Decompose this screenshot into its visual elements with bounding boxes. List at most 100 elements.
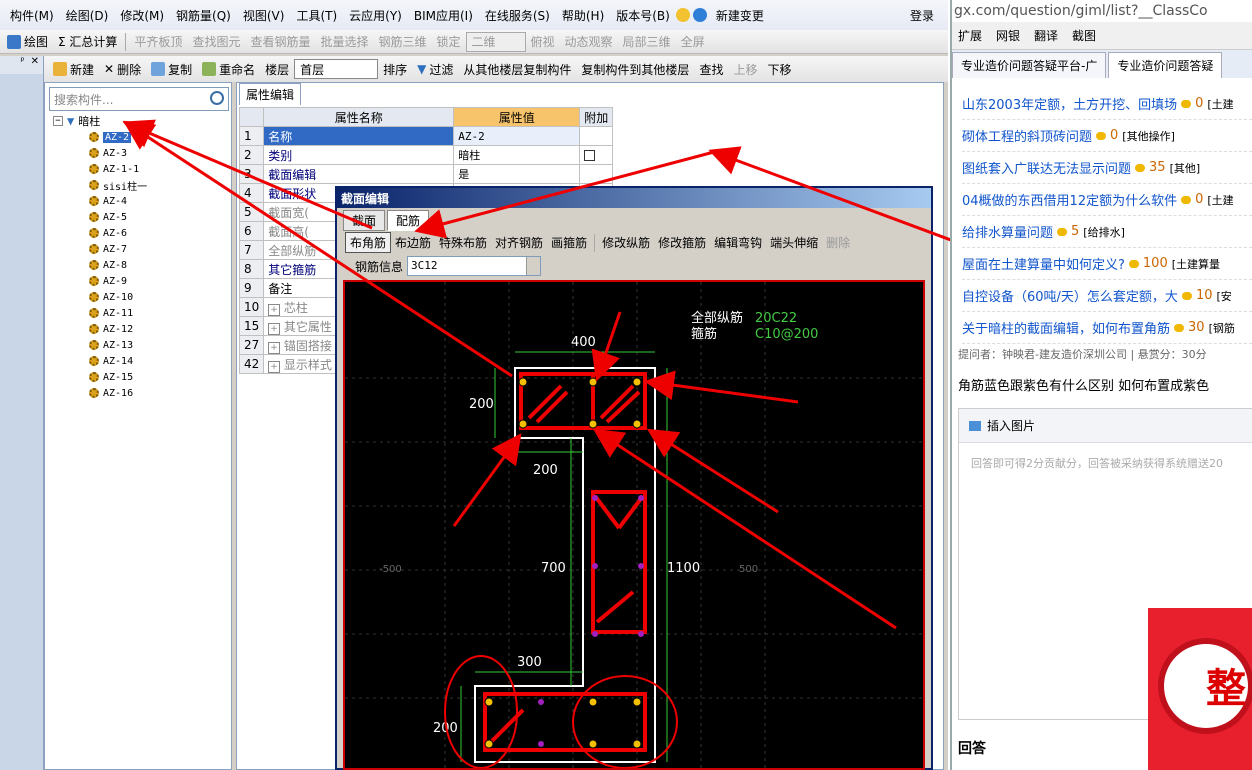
summary-calc-button[interactable]: Σ 汇总计算: [53, 32, 122, 52]
tree-item[interactable]: AZ-5: [53, 209, 147, 225]
expand-icon[interactable]: +: [268, 322, 280, 335]
move-up-button[interactable]: 上移: [728, 59, 762, 79]
menu-tools[interactable]: 工具(T): [290, 7, 343, 24]
tree-item[interactable]: AZ-14: [53, 353, 147, 369]
find-button[interactable]: 查找: [694, 59, 728, 79]
menu-component[interactable]: 构件(M): [4, 7, 60, 24]
view-rebar-button[interactable]: 查看钢筋量: [245, 32, 315, 52]
tree-root[interactable]: − ▼ 暗柱: [53, 113, 147, 129]
view-2d-select[interactable]: 二维: [465, 31, 526, 52]
pin-icon[interactable]: ᵖ: [20, 56, 24, 74]
browser-tab[interactable]: 专业造价问题答疑平台-广: [952, 52, 1107, 78]
tab-reinforcement[interactable]: 配筋: [387, 210, 430, 231]
menu-modify[interactable]: 修改(M): [114, 7, 170, 24]
fullscreen-button[interactable]: 全屏: [676, 32, 710, 52]
question-link[interactable]: 山东2003年定额，土方开挖、回填场: [962, 94, 1177, 113]
rename-button[interactable]: 重命名: [197, 59, 260, 79]
section-canvas[interactable]: 400 200 200 700 1100 300 200 -500 500 全部…: [343, 280, 925, 770]
property-row[interactable]: 1 名称 AZ-2: [238, 126, 614, 146]
local-3d-button[interactable]: 局部三维: [618, 32, 676, 52]
end-extend-button[interactable]: 端头伸缩: [766, 233, 822, 252]
tree-item[interactable]: AZ-16: [53, 385, 147, 401]
collapse-icon[interactable]: −: [53, 116, 63, 126]
move-down-button[interactable]: 下移: [762, 59, 796, 79]
delete-rebar-button[interactable]: 删除: [822, 233, 854, 252]
special-rebar-button[interactable]: 特殊布筋: [435, 233, 491, 252]
draw-button[interactable]: 绘图: [2, 32, 53, 52]
chevron-down-icon[interactable]: [526, 257, 541, 275]
find-element-button[interactable]: 查找图元: [187, 32, 245, 52]
modify-stirrup-button[interactable]: 修改箍筋: [654, 233, 710, 252]
corner-rebar-button[interactable]: 布角筋: [345, 232, 392, 253]
menu-rebar[interactable]: 钢筋量(Q): [170, 7, 237, 24]
screenshot-button[interactable]: 截图: [1072, 27, 1096, 44]
extensions-button[interactable]: 扩展: [958, 27, 982, 44]
copy-button[interactable]: 复制: [146, 59, 197, 79]
top-view-button[interactable]: 俯视: [526, 32, 560, 52]
tree-item[interactable]: AZ-3: [53, 145, 147, 161]
menu-draw[interactable]: 绘图(D): [60, 7, 115, 24]
question-link[interactable]: 04概做的东西借用12定额为什么软件: [962, 190, 1177, 209]
question-link[interactable]: 图纸套入广联达无法显示问题: [962, 158, 1131, 177]
menu-help[interactable]: 帮助(H): [556, 7, 610, 24]
question-link[interactable]: 砌体工程的斜顶砖问题: [962, 126, 1092, 145]
translate-button[interactable]: 翻译: [1034, 27, 1058, 44]
modify-long-rebar-button[interactable]: 修改纵筋: [598, 233, 654, 252]
menu-online[interactable]: 在线服务(S): [479, 7, 556, 24]
filter-button[interactable]: ▼ 过滤: [412, 59, 458, 79]
floor-select[interactable]: 首层: [294, 59, 379, 79]
tree-item[interactable]: AZ-1-1: [53, 161, 147, 177]
tree-item[interactable]: AZ-12: [53, 321, 147, 337]
promo-banner[interactable]: 整: [1148, 608, 1252, 770]
address-bar[interactable]: gx.com/question/giml/list?__ClassCo: [952, 0, 1252, 22]
tree-item[interactable]: AZ-10: [53, 289, 147, 305]
expand-icon[interactable]: +: [268, 303, 280, 316]
delete-button[interactable]: ✕ 删除: [99, 59, 146, 79]
question-link[interactable]: 屋面在土建算量中如何定义?: [962, 254, 1125, 273]
question-link[interactable]: 自控设备（60吨/天）怎么套定额，大: [962, 286, 1178, 305]
tree-item[interactable]: AZ-13: [53, 337, 147, 353]
tree-item[interactable]: AZ-7: [53, 241, 147, 257]
edit-hook-button[interactable]: 编辑弯钩: [710, 233, 766, 252]
menu-cloud[interactable]: 云应用(Y): [343, 7, 408, 24]
tree-item[interactable]: AZ-8: [53, 257, 147, 273]
rebar-info-select[interactable]: 3C12: [407, 256, 542, 276]
tab-section[interactable]: 截面: [343, 210, 386, 231]
rebar-3d-button[interactable]: 钢筋三维: [373, 32, 431, 52]
menu-bim[interactable]: BIM应用(I): [408, 7, 479, 24]
align-slab-button[interactable]: 平齐板顶: [129, 32, 187, 52]
login-link[interactable]: 登录: [904, 7, 940, 24]
menu-version[interactable]: 版本号(B): [610, 7, 676, 24]
tab-property-edit[interactable]: 属性编辑: [239, 83, 302, 105]
orbit-button[interactable]: 动态观察: [560, 32, 618, 52]
copy-from-floor-button[interactable]: 从其他楼层复制构件: [458, 59, 576, 79]
extra-checkbox[interactable]: [584, 150, 596, 161]
tree-item[interactable]: AZ-9: [53, 273, 147, 289]
menu-view[interactable]: 视图(V): [237, 7, 291, 24]
expand-icon[interactable]: +: [268, 341, 280, 354]
copy-to-floor-button[interactable]: 复制构件到其他楼层: [576, 59, 694, 79]
close-icon[interactable]: ✕: [31, 56, 39, 74]
tree-item[interactable]: AZ-6: [53, 225, 147, 241]
tree-item[interactable]: AZ-4: [53, 193, 147, 209]
tree-item[interactable]: sisi柱一: [53, 177, 147, 193]
expand-icon[interactable]: +: [268, 360, 280, 373]
component-search-input[interactable]: 搜索构件...: [49, 87, 229, 111]
draw-stirrup-button[interactable]: 画箍筋: [547, 233, 591, 252]
question-link[interactable]: 给排水算量问题: [962, 222, 1053, 241]
question-link[interactable]: 关于暗柱的截面编辑，如何布置角筋: [962, 318, 1170, 337]
property-row[interactable]: 3 截面编辑是: [238, 164, 614, 184]
browser-tab-active[interactable]: 专业造价问题答疑: [1108, 52, 1223, 78]
search-icon[interactable]: [210, 91, 224, 105]
tree-item[interactable]: AZ-11: [53, 305, 147, 321]
lock-button[interactable]: 锁定: [432, 32, 466, 52]
batch-select-button[interactable]: 批量选择: [315, 32, 373, 52]
tree-item[interactable]: AZ-2: [53, 129, 147, 145]
edge-rebar-button[interactable]: 布边筋: [391, 233, 435, 252]
menu-new-change[interactable]: 新建变更: [710, 7, 770, 24]
align-rebar-button[interactable]: 对齐钢筋: [491, 233, 547, 252]
insert-image-button[interactable]: 插入图片: [959, 409, 1252, 443]
property-row[interactable]: 2 类别 暗柱: [238, 145, 614, 165]
tree-item[interactable]: AZ-15: [53, 369, 147, 385]
netbank-button[interactable]: 网银: [996, 27, 1020, 44]
